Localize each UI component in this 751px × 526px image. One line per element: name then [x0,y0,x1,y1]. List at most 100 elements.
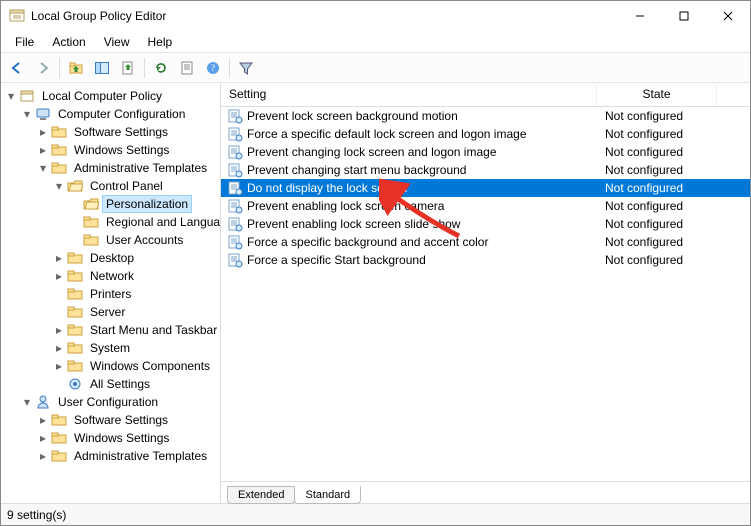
tree-pane[interactable]: ▾ Local Computer Policy ▾ Computer Confi… [1,83,221,503]
expand-icon[interactable]: ▸ [53,342,65,354]
setting-row[interactable]: Prevent enabling lock screen cameraNot c… [221,197,750,215]
setting-name: Prevent changing lock screen and logon i… [247,145,497,159]
spacer-icon [69,198,81,210]
tree-uc-windows-settings[interactable]: ▸Windows Settings [37,429,220,447]
tree-start-menu[interactable]: ▸Start Menu and Taskbar [53,321,220,339]
expand-icon[interactable]: ▸ [37,126,49,138]
tree-user-accounts[interactable]: User Accounts [69,231,220,249]
col-setting[interactable]: Setting [221,83,597,106]
properties-button[interactable] [175,56,199,80]
tree-label: Server [87,304,128,320]
expand-icon[interactable]: ▸ [37,450,49,462]
maximize-button[interactable] [662,1,706,31]
folder-icon [51,124,67,140]
show-hide-tree-button[interactable] [90,56,114,80]
tree-label: Printers [87,286,134,302]
tree-system[interactable]: ▸System [53,339,220,357]
tree-control-panel[interactable]: ▾Control Panel [53,177,220,195]
tree-label: Windows Components [87,358,213,374]
setting-row[interactable]: Force a specific background and accent c… [221,233,750,251]
collapse-icon[interactable]: ▾ [53,180,65,192]
tree-root[interactable]: ▾ Local Computer Policy [5,87,220,105]
list-header: Setting State [221,83,750,107]
setting-row[interactable]: Prevent lock screen background motionNot… [221,107,750,125]
folder-icon [51,160,67,176]
folder-icon [67,268,83,284]
close-button[interactable] [706,1,750,31]
status-text: 9 setting(s) [7,508,66,522]
setting-row[interactable]: Prevent changing lock screen and logon i… [221,143,750,161]
tree-personalization[interactable]: Personalization [69,195,220,213]
menu-action[interactable]: Action [44,33,93,51]
setting-row[interactable]: Prevent changing start menu backgroundNo… [221,161,750,179]
list-body[interactable]: Prevent lock screen background motionNot… [221,107,750,481]
tree-computer-configuration[interactable]: ▾ Computer Configuration [21,105,220,123]
folder-icon [67,304,83,320]
menu-file[interactable]: File [7,33,42,51]
expand-icon[interactable]: ▸ [53,360,65,372]
folder-icon [67,322,83,338]
tree-label: Windows Settings [71,142,172,158]
tree-label: Desktop [87,250,137,266]
tree-label: All Settings [87,376,153,392]
collapse-icon[interactable]: ▾ [5,90,17,102]
setting-name: Force a specific default lock screen and… [247,127,527,141]
tab-standard[interactable]: Standard [294,486,361,504]
policy-item-icon [227,108,243,124]
setting-row[interactable]: Prevent enabling lock screen slide showN… [221,215,750,233]
tree-server[interactable]: Server [53,303,220,321]
expand-icon[interactable]: ▸ [37,432,49,444]
export-list-button[interactable] [116,56,140,80]
menu-view[interactable]: View [96,33,138,51]
tree-admin-templates[interactable]: ▾Administrative Templates [37,159,220,177]
tree-uc-software-settings[interactable]: ▸ Software Settings [37,411,220,429]
setting-row[interactable]: Force a specific default lock screen and… [221,125,750,143]
back-button[interactable] [5,56,29,80]
tree-uc-admin-templates[interactable]: ▸Administrative Templates [37,447,220,465]
collapse-icon[interactable]: ▾ [21,396,33,408]
expand-icon[interactable]: ▸ [53,252,65,264]
policy-item-icon [227,198,243,214]
setting-state: Not configured [597,235,717,249]
titlebar: Local Group Policy Editor [1,1,750,31]
collapse-icon[interactable]: ▾ [21,108,33,120]
spacer-icon [69,216,81,228]
collapse-icon[interactable]: ▾ [37,162,49,174]
tab-extended[interactable]: Extended [227,486,295,504]
tree-regional-language[interactable]: Regional and Language [69,213,220,231]
setting-row[interactable]: Force a specific Start backgroundNot con… [221,251,750,269]
toolbar-sep [229,58,230,78]
refresh-button[interactable] [149,56,173,80]
minimize-button[interactable] [618,1,662,31]
setting-name: Do not display the lock screen [247,181,407,195]
tree-windows-components[interactable]: ▸ Windows Components [53,357,220,375]
tree-user-configuration[interactable]: ▾ User Configuration [21,393,220,411]
expand-icon[interactable]: ▸ [37,414,49,426]
tree-label: User Configuration [55,394,161,410]
tree-all-settings[interactable]: All Settings [53,375,220,393]
svg-text:?: ? [211,63,215,73]
tree-network[interactable]: ▸Network [53,267,220,285]
folder-icon [67,286,83,302]
tree-printers[interactable]: Printers [53,285,220,303]
menubar: File Action View Help [1,31,750,53]
menu-help[interactable]: Help [140,33,181,51]
up-button[interactable] [64,56,88,80]
help-button[interactable]: ? [201,56,225,80]
setting-state: Not configured [597,181,717,195]
tree-desktop[interactable]: ▸ Desktop [53,249,220,267]
col-state[interactable]: State [597,83,717,106]
body: ▾ Local Computer Policy ▾ Computer Confi… [1,83,750,503]
filter-button[interactable] [234,56,258,80]
tree-windows-settings[interactable]: ▸ Windows Settings [37,141,220,159]
tree-label: Software Settings [71,412,171,428]
expand-icon[interactable]: ▸ [53,324,65,336]
expand-icon[interactable]: ▸ [37,144,49,156]
setting-row[interactable]: Do not display the lock screen Not config… [221,179,750,197]
forward-button[interactable] [31,56,55,80]
setting-name: Prevent enabling lock screen camera [247,199,444,213]
expand-icon[interactable]: ▸ [53,270,65,282]
tree-software-settings[interactable]: ▸Software Settings [37,123,220,141]
toolbar-sep [144,58,145,78]
setting-state: Not configured [597,127,717,141]
